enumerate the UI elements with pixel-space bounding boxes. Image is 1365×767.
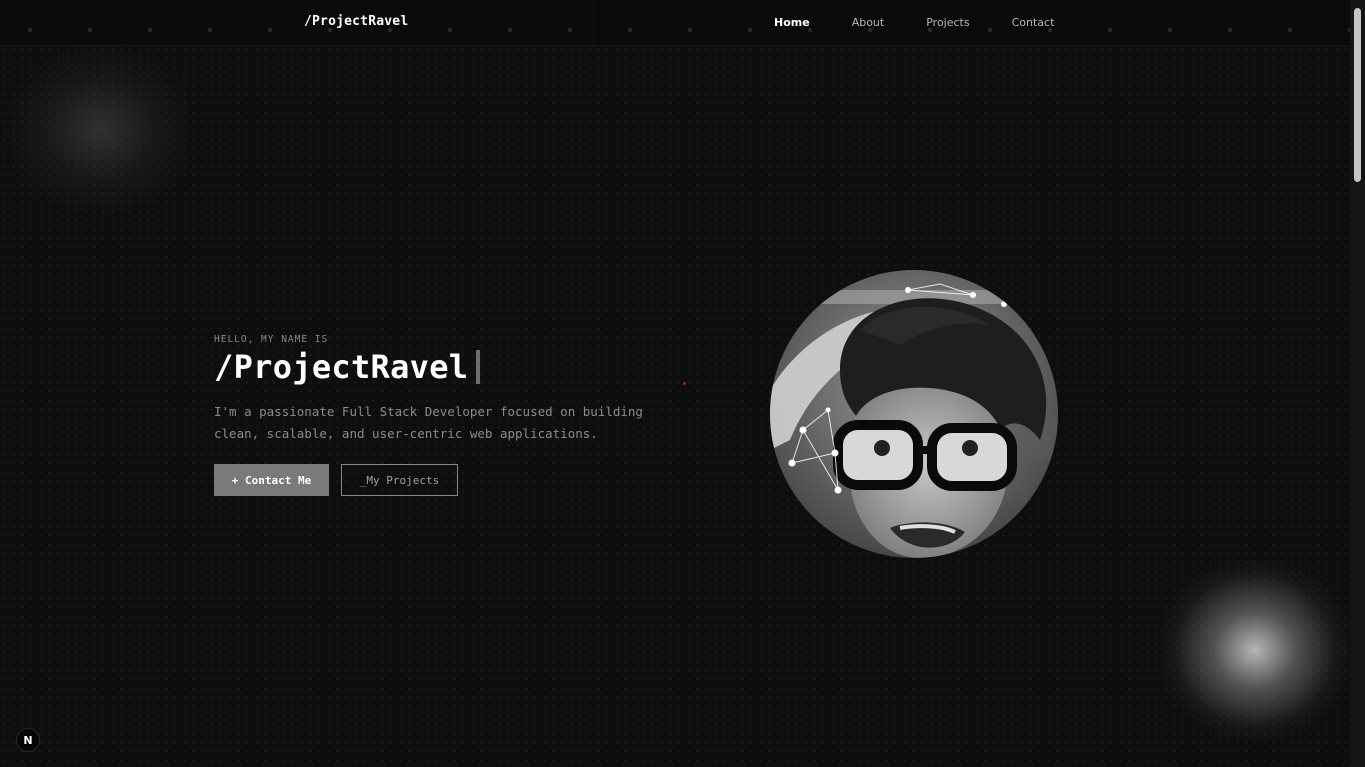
- contact-me-button[interactable]: + Contact Me: [214, 464, 329, 496]
- typing-cursor: [476, 350, 481, 384]
- my-projects-button[interactable]: _My Projects: [341, 464, 458, 496]
- hero-intro: HELLO, MY NAME IS /ProjectRavel I'm a pa…: [214, 334, 684, 496]
- profile-photo-graphic: [770, 270, 1058, 558]
- nav-link-contact[interactable]: Contact: [1012, 16, 1055, 29]
- hero-greeting: HELLO, MY NAME IS: [214, 334, 329, 345]
- navbar: /ProjectRavel Home About Projects Contac…: [0, 0, 1350, 46]
- hero-description: I'm a passionate Full Stack Developer fo…: [214, 404, 643, 441]
- nav-link-projects[interactable]: Projects: [926, 16, 969, 29]
- accent-dot: [683, 382, 686, 385]
- page-scrollbar[interactable]: [1350, 0, 1365, 767]
- glow-top-left: [0, 40, 200, 220]
- profile-photo: [770, 270, 1058, 558]
- page-background: /ProjectRavel Home About Projects Contac…: [0, 0, 1350, 767]
- nextjs-logo-icon[interactable]: N: [16, 728, 40, 752]
- nav-links: Home About Projects Contact: [774, 16, 1096, 29]
- navbar-dot-pattern: [0, 27, 1350, 33]
- nav-link-about[interactable]: About: [852, 16, 885, 29]
- nav-link-home[interactable]: Home: [774, 16, 810, 29]
- brand-logo-link[interactable]: /ProjectRavel: [304, 14, 408, 29]
- scrollbar-thumb[interactable]: [1354, 8, 1361, 182]
- glow-bottom-right: [1160, 560, 1350, 740]
- hero-name: /ProjectRavel: [214, 348, 469, 386]
- navbar-divider: [593, 0, 594, 46]
- hero-name-row: /ProjectRavel: [214, 348, 684, 386]
- hero-buttons: + Contact Me _My Projects: [214, 464, 684, 496]
